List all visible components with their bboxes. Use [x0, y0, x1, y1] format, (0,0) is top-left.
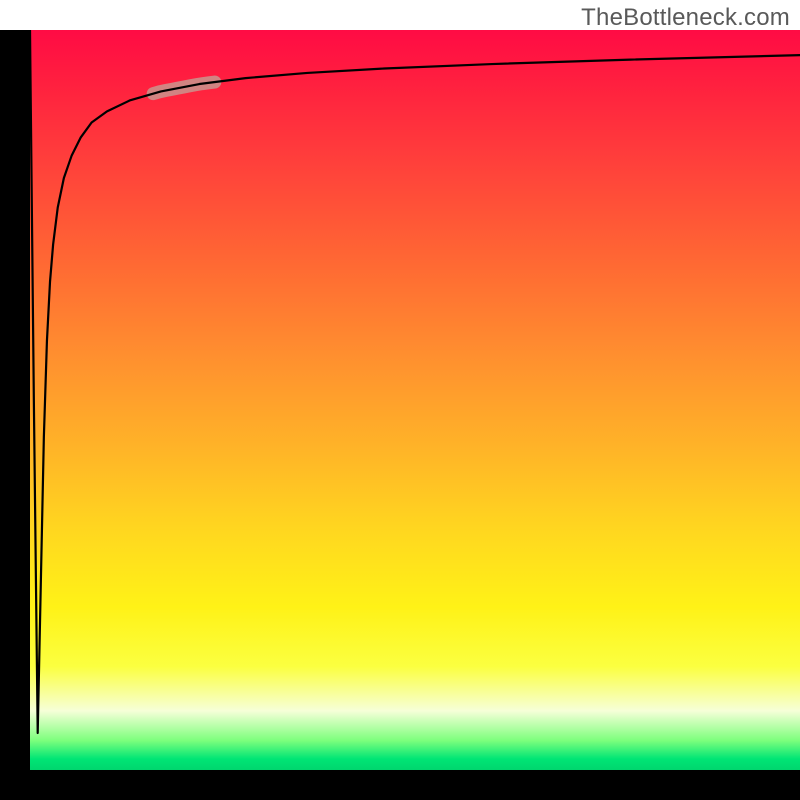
curve-layer — [30, 30, 800, 770]
axis-left-border — [0, 30, 30, 800]
chart-root: TheBottleneck.com — [0, 0, 800, 800]
bottleneck-curve — [30, 30, 800, 733]
watermark-text: TheBottleneck.com — [581, 4, 790, 32]
axis-bottom-border — [0, 770, 800, 800]
